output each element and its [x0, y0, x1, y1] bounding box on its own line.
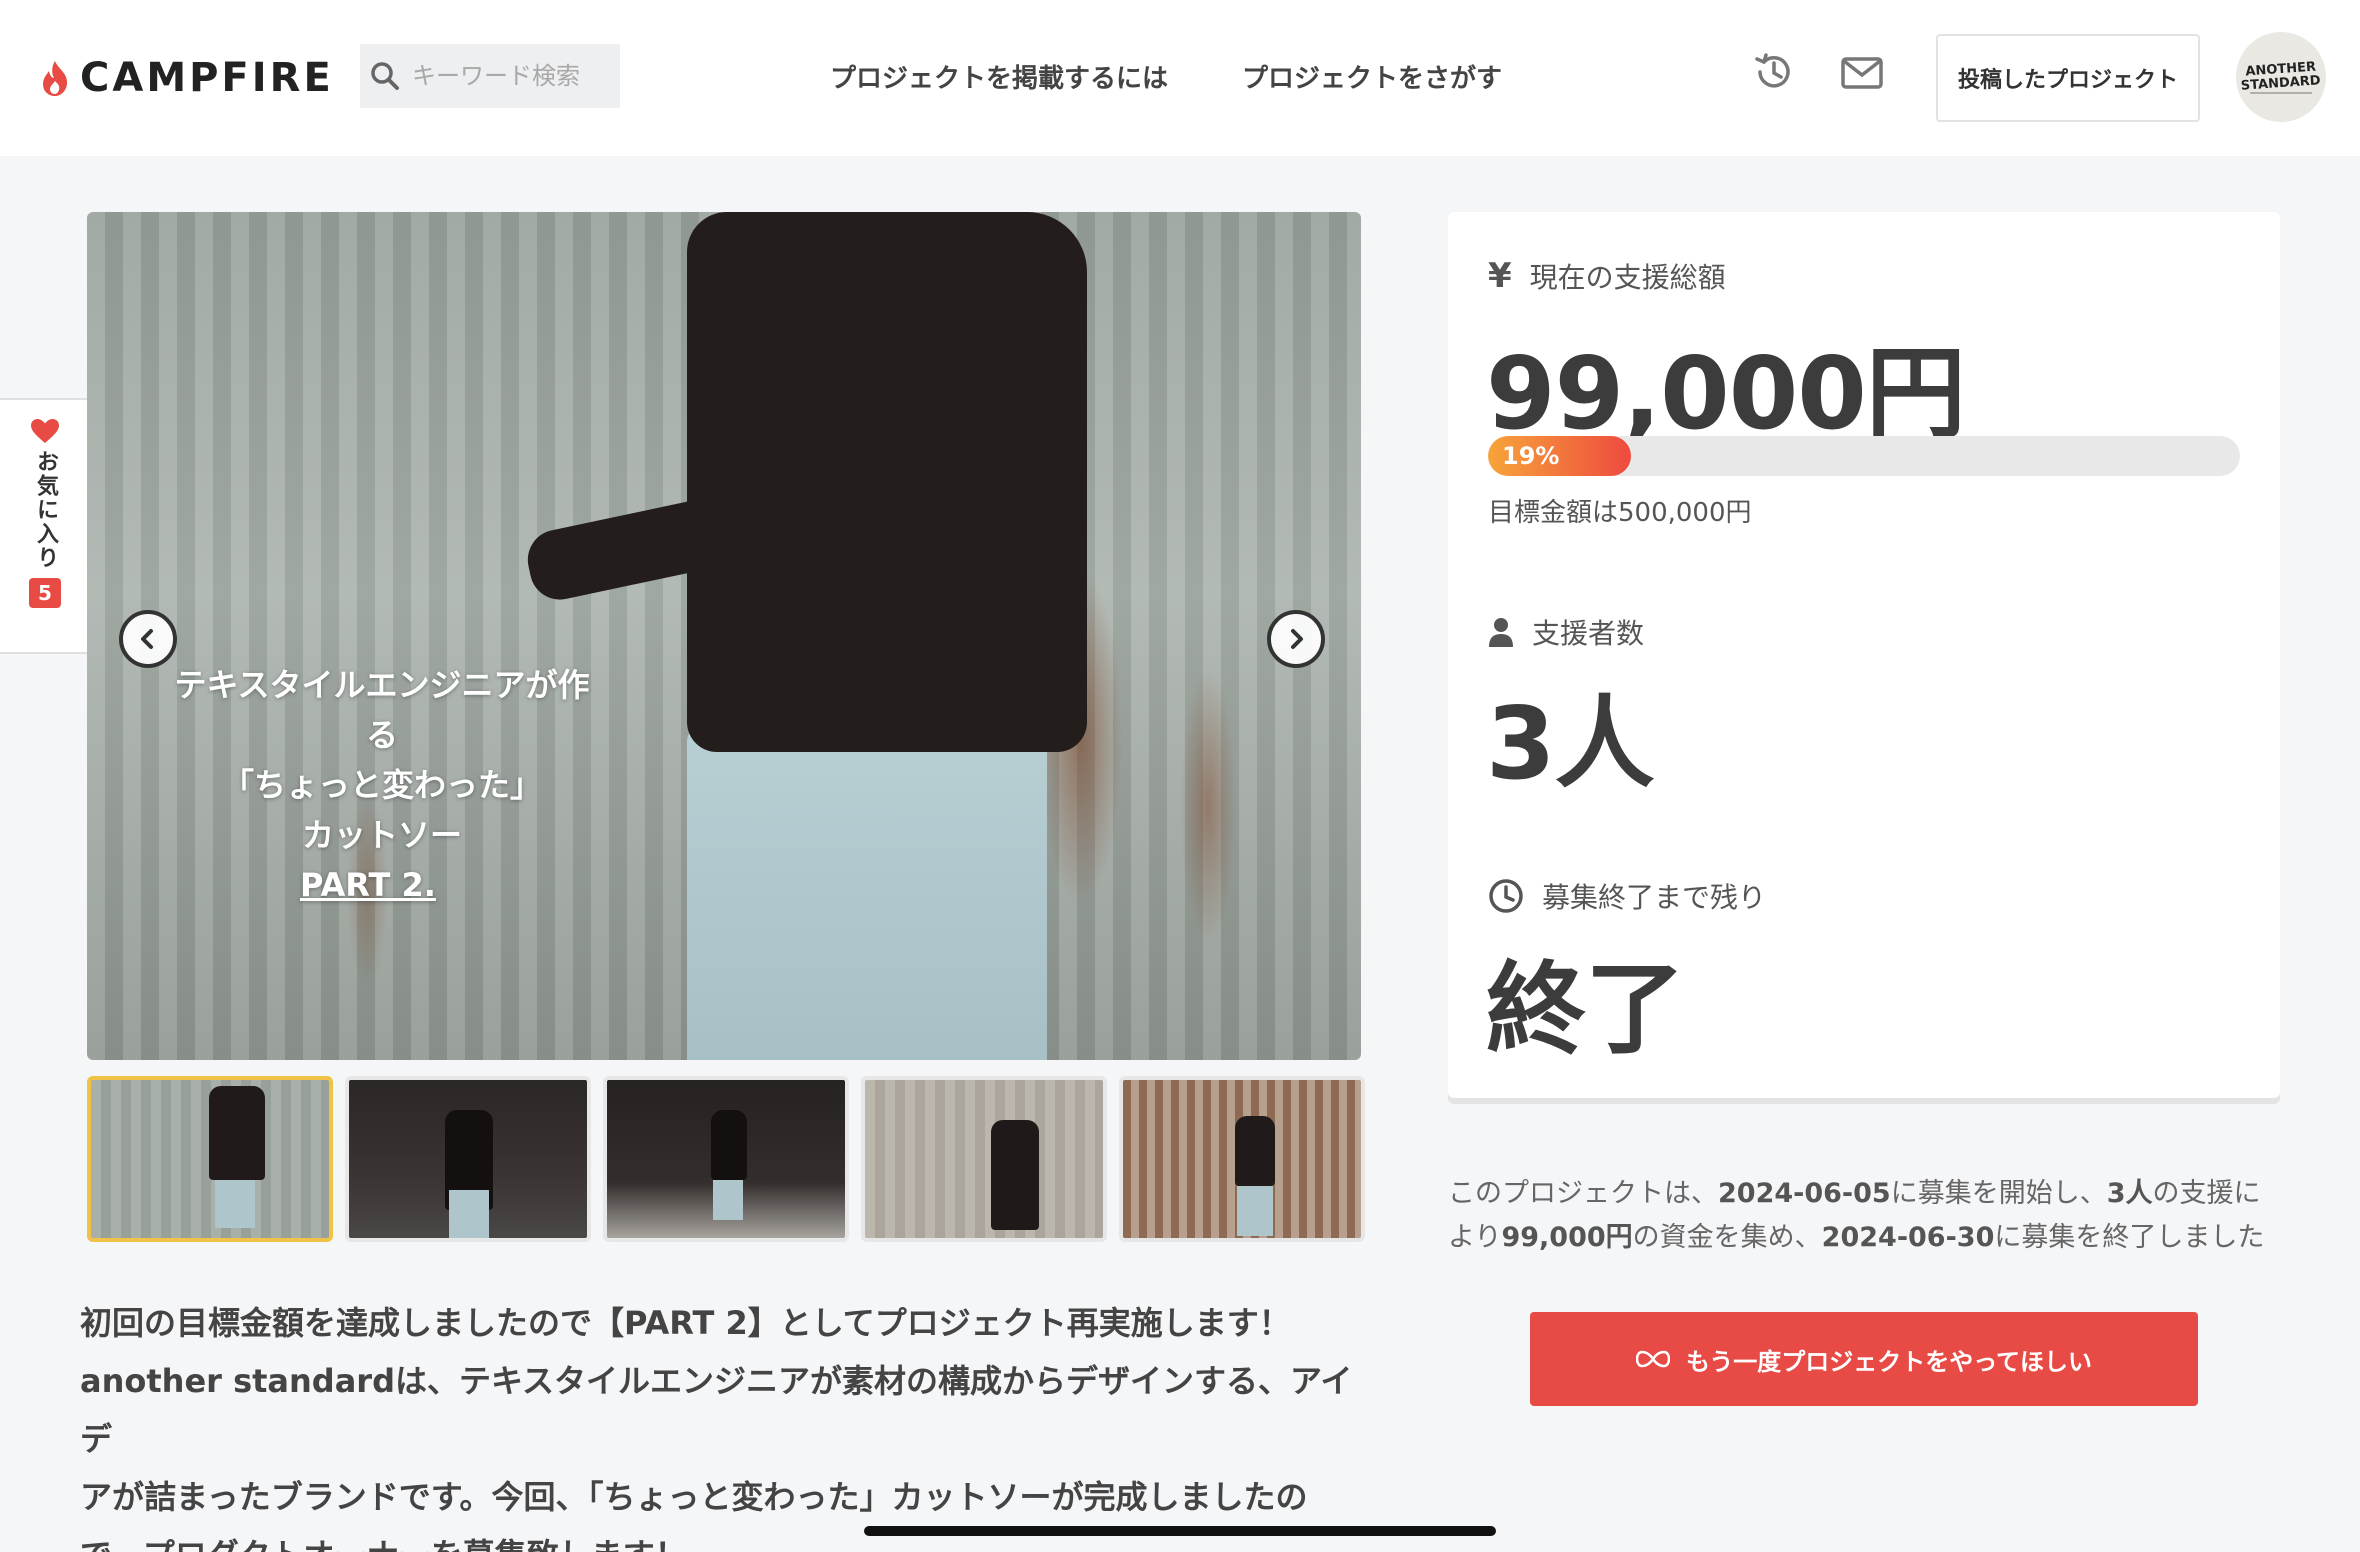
yen-icon: ¥ [1488, 256, 1512, 296]
funding-stats-card: ¥ 現在の支援総額 99,000円 19% 目標金額は500,000円 支援者数… [1448, 212, 2280, 1098]
hero-caption-line: カットソー [301, 816, 462, 854]
favorite-label: お気に入り [33, 450, 58, 570]
summary-backers: 3人 [2106, 1178, 2153, 1209]
project-description: 初回の目標金額を達成しましたので【PART 2】としてプロジェクト再実施します！… [80, 1294, 1370, 1552]
nav-find-project[interactable]: プロジェクトをさがす [1242, 58, 1502, 95]
hero-caption-line: 「ちょっと変わった」 [221, 766, 542, 804]
goal-amount: 目標金額は500,000円 [1488, 498, 1752, 528]
funding-progress-bar: 19% [1488, 436, 2240, 476]
thumbnail-3[interactable] [603, 1076, 849, 1242]
history-icon[interactable] [1752, 50, 1796, 98]
project-summary: このプロジェクトは、2024-06-05に募集を開始し、3人の支援に より99,… [1448, 1172, 2280, 1260]
thumbnail-1[interactable] [87, 1076, 333, 1242]
remaining-label: 募集終了まで残り [1542, 881, 1767, 914]
logo-text: CAMPFIRE [80, 55, 334, 101]
hero-caption-line: PART 2. [300, 866, 436, 904]
hero-caption: テキスタイルエンジニアが作る 「ちょっと変わった」 カットソー PART 2. [162, 660, 602, 910]
funding-progress-fill: 19% [1488, 436, 1631, 476]
summary-text: の資金を集め、 [1632, 1222, 1822, 1253]
request-again-button[interactable]: もう一度プロジェクトをやってほしい [1530, 1312, 2198, 1406]
summary-text: より [1448, 1222, 1502, 1253]
remaining-label-row: 募集終了まで残り [1488, 876, 1766, 916]
chevron-right-icon [1291, 629, 1303, 649]
chevron-left-icon [141, 629, 153, 649]
carousel-next-button[interactable] [1267, 610, 1325, 668]
thumbnail-4[interactable] [861, 1076, 1107, 1242]
site-header: CAMPFIRE プロジェクトを掲載するには プロジェクトをさがす 投稿したプロ… [0, 0, 2360, 156]
funded-label: 現在の支援総額 [1529, 261, 1726, 294]
summary-start-date: 2024-06-05 [1718, 1178, 1891, 1209]
heart-icon [31, 419, 59, 443]
remaining-value: 終了 [1486, 951, 1685, 1068]
flame-icon [43, 61, 68, 96]
backers-count: 3人 [1486, 685, 1655, 802]
user-avatar[interactable]: ANOTHER STANDARD [2236, 32, 2326, 122]
campfire-logo[interactable]: CAMPFIRE [40, 52, 334, 104]
hero-image: テキスタイルエンジニアが作る 「ちょっと変わった」 カットソー PART 2. [87, 212, 1361, 1060]
person-icon [1489, 618, 1513, 647]
description-line: アが詰まったブランドです。今回、「ちょっと変わった」カットソーが完成しましたの [80, 1478, 1308, 1516]
thumbnail-5[interactable] [1119, 1076, 1365, 1242]
hero-caption-line: テキスタイルエンジニアが作る [174, 666, 590, 754]
thumbnail-2[interactable] [345, 1076, 591, 1242]
backers-label: 支援者数 [1532, 617, 1645, 650]
thumbnail-strip [87, 1076, 1365, 1242]
progress-percent: 19% [1502, 442, 1560, 470]
infinity-icon [1635, 1350, 1670, 1368]
request-again-label: もう一度プロジェクトをやってほしい [1685, 1347, 2093, 1376]
carousel-prev-button[interactable] [119, 610, 177, 668]
mail-icon[interactable] [1840, 56, 1884, 94]
search-icon [371, 62, 399, 90]
posted-projects-button[interactable]: 投稿したプロジェクト [1936, 34, 2200, 122]
clock-icon [1489, 879, 1523, 913]
funded-label-row: ¥ 現在の支援総額 [1488, 256, 1726, 296]
summary-text: に募集を終了しました [1994, 1222, 2265, 1253]
description-line: another standardは、テキスタイルエンジニアが素材の構成からデザイ… [80, 1362, 1353, 1458]
favorite-count-badge: 5 [29, 578, 61, 608]
summary-text: このプロジェクトは、 [1448, 1178, 1718, 1209]
description-line: 初回の目標金額を達成しましたので【PART 2】としてプロジェクト再実施します！ [80, 1304, 1291, 1342]
another-standard-logo: ANOTHER STANDARD [2240, 60, 2321, 94]
summary-end-date: 2024-06-30 [1821, 1222, 1995, 1253]
summary-amount: 99,000円 [1501, 1222, 1633, 1253]
summary-text: の支援に [2152, 1178, 2261, 1209]
search-box[interactable] [360, 44, 620, 108]
search-input[interactable] [412, 62, 592, 90]
backers-label-row: 支援者数 [1488, 612, 1644, 652]
home-indicator [864, 1526, 1496, 1536]
summary-text: に募集を開始し、 [1890, 1178, 2107, 1209]
nav-post-project[interactable]: プロジェクトを掲載するには [830, 58, 1168, 95]
favorite-tab[interactable]: お気に入り 5 [0, 398, 92, 654]
